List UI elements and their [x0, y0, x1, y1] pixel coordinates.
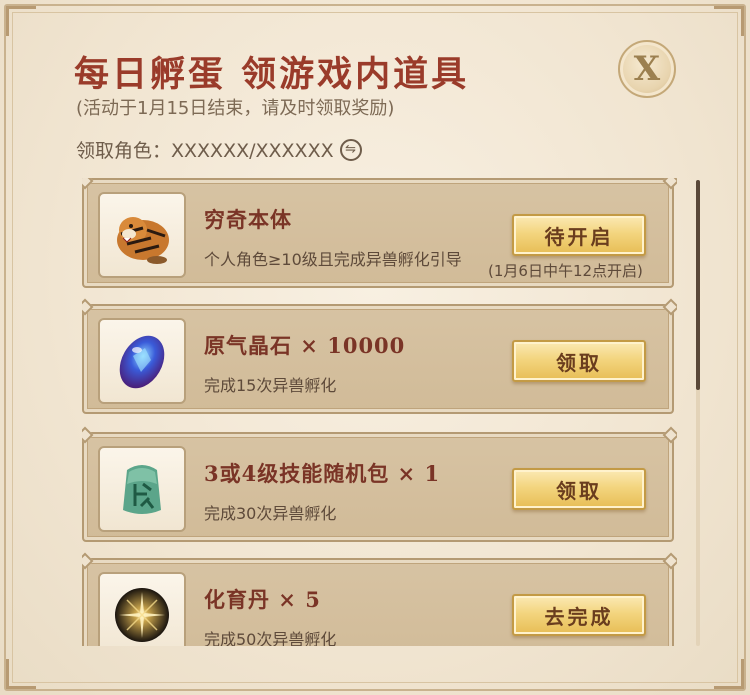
pending-button[interactable]: 待开启: [512, 214, 646, 256]
reward-card-skill-pack: 3或4级技能随机包 × 1 完成30次异兽孵化 领取: [82, 432, 674, 542]
claim-button[interactable]: 领取: [512, 340, 646, 382]
reward-card-crystal: 原气晶石 × 10000 完成15次异兽孵化 领取: [82, 304, 674, 414]
reward-name: 3或4级技能随机包 × 1: [204, 461, 441, 486]
button-label: 领取: [556, 350, 602, 375]
reward-condition: 完成15次异兽孵化: [204, 376, 337, 395]
tiger-icon: [117, 217, 169, 264]
scrollbar-thumb[interactable]: [696, 180, 700, 390]
claim-button[interactable]: 领取: [512, 468, 646, 510]
switch-role-icon[interactable]: ⇋: [339, 138, 362, 161]
reward-name: 穷奇本体: [204, 207, 292, 232]
reward-thumbnail: [98, 446, 186, 532]
close-button[interactable]: X: [618, 40, 676, 98]
reward-thumbnail: [98, 192, 186, 278]
reward-list: 穷奇本体 个人角色≥10级且完成异兽孵化引导 待开启 (1月6日中午12点开启): [82, 178, 677, 646]
corner-ornament: [714, 6, 744, 36]
reward-condition: 个人角色≥10级且完成异兽孵化引导: [204, 250, 462, 269]
open-time-note: (1月6日中午12点开启): [488, 262, 643, 280]
corner-ornament: [714, 659, 744, 689]
reward-thumbnail: [98, 572, 186, 646]
reward-panel: 每日孵蛋 领游戏内道具 (活动于1月15日结束，请及时领取奖励) 领取角色：XX…: [0, 0, 750, 695]
jade-seal-icon: [123, 465, 161, 514]
button-label: 待开启: [544, 224, 614, 249]
close-icon: X: [633, 49, 661, 89]
reward-card-qiongqi: 穷奇本体 个人角色≥10级且完成异兽孵化引导 待开启 (1月6日中午12点开启): [82, 178, 674, 288]
reward-name: 原气晶石 × 10000: [204, 333, 406, 358]
role-label: 领取角色：XXXXXX/XXXXXX: [76, 140, 334, 162]
reward-thumbnail: [98, 318, 186, 404]
corner-ornament: [6, 659, 36, 689]
corner-ornament: [6, 6, 36, 36]
event-end-notice: (活动于1月15日结束，请及时领取奖励): [76, 98, 395, 119]
pill-icon: [115, 588, 169, 642]
reward-card-pill: 化育丹 × 5 完成50次异兽孵化 去完成: [82, 558, 674, 646]
crystal-icon: [119, 335, 165, 389]
role-row: 领取角色：XXXXXX/XXXXXX ⇋: [76, 136, 362, 163]
reward-condition: 完成30次异兽孵化: [204, 504, 337, 523]
button-label: 去完成: [544, 604, 614, 629]
page-title: 每日孵蛋 领游戏内道具: [74, 54, 470, 95]
reward-condition: 完成50次异兽孵化: [204, 630, 337, 646]
button-label: 领取: [556, 478, 602, 503]
go-complete-button[interactable]: 去完成: [512, 594, 646, 636]
reward-name: 化育丹 × 5: [204, 587, 321, 612]
